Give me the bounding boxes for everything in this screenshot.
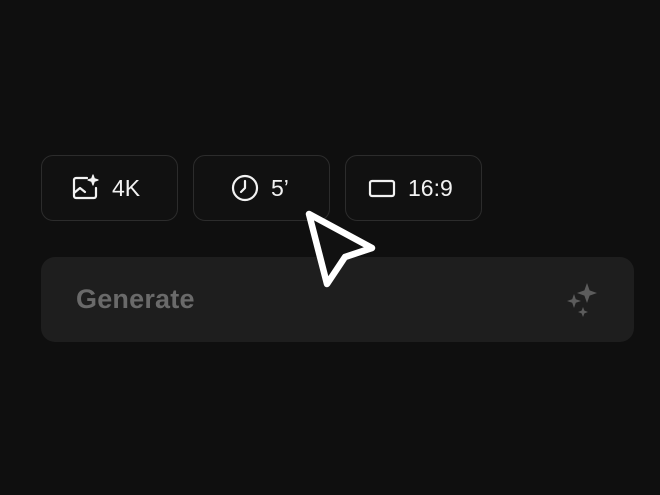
aspect-ratio-label: 16:9 <box>408 174 453 201</box>
quality-label: 4K <box>112 174 141 201</box>
generate-label: Generate <box>76 284 195 314</box>
duration-option-button[interactable]: 5’ <box>193 155 330 221</box>
image-sparkle-icon <box>70 172 102 204</box>
generate-button[interactable]: Generate <box>41 257 634 342</box>
rectangle-icon <box>366 172 398 204</box>
sparkles-icon <box>562 280 602 320</box>
aspect-ratio-option-button[interactable]: 16:9 <box>345 155 482 221</box>
video-generator-panel: 4K 5’ 16:9 Generate <box>0 0 660 495</box>
duration-label: 5’ <box>271 174 289 201</box>
clock-icon <box>229 172 261 204</box>
quality-option-button[interactable]: 4K <box>41 155 178 221</box>
